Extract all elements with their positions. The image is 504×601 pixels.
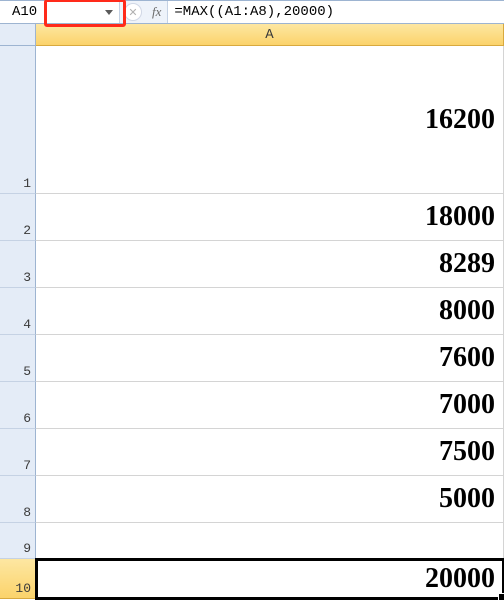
- cell[interactable]: 5000: [36, 476, 504, 523]
- select-all-corner[interactable]: [0, 24, 36, 46]
- cell[interactable]: 16200: [36, 46, 504, 194]
- cell[interactable]: 7000: [36, 382, 504, 429]
- formula-input[interactable]: =MAX((A1:A8),20000): [168, 1, 504, 23]
- formula-text: =MAX((A1:A8),20000): [174, 4, 334, 20]
- cell[interactable]: 7500: [36, 429, 504, 476]
- row-header[interactable]: 5: [0, 335, 36, 382]
- row-header[interactable]: 2: [0, 194, 36, 241]
- cell[interactable]: 8289: [36, 241, 504, 288]
- row-header[interactable]: 9: [0, 523, 36, 559]
- chevron-down-icon[interactable]: [105, 10, 113, 15]
- cell[interactable]: 18000: [36, 194, 504, 241]
- row-header[interactable]: 3: [0, 241, 36, 288]
- cancel-icon[interactable]: ✕: [124, 3, 142, 21]
- row-header[interactable]: 7: [0, 429, 36, 476]
- row-header[interactable]: 4: [0, 288, 36, 335]
- column-header-a[interactable]: A: [36, 24, 504, 46]
- formula-bar-buttons: ✕: [120, 3, 146, 21]
- row-header[interactable]: 8: [0, 476, 36, 523]
- cell[interactable]: 20000: [36, 559, 504, 599]
- spreadsheet-grid: A 11620021800038289480005760067000775008…: [0, 24, 504, 599]
- cell[interactable]: [36, 523, 504, 559]
- name-box[interactable]: A10: [0, 1, 120, 23]
- name-box-value: A10: [12, 4, 37, 20]
- cell[interactable]: 8000: [36, 288, 504, 335]
- fx-label[interactable]: fx: [146, 1, 168, 23]
- row-header[interactable]: 6: [0, 382, 36, 429]
- row-header[interactable]: 1: [0, 46, 36, 194]
- formula-bar: A10 ✕ fx =MAX((A1:A8),20000): [0, 0, 504, 24]
- cell[interactable]: 7600: [36, 335, 504, 382]
- row-header[interactable]: 10: [0, 559, 36, 599]
